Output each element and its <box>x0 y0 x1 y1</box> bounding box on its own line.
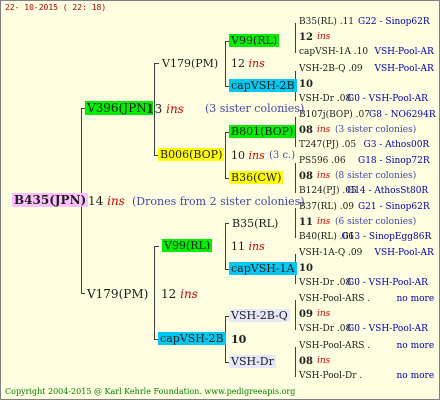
g4-sire-origin-0: G22 - Sinop62R <box>358 17 430 27</box>
g4-sire-origin-6: no more <box>396 294 435 304</box>
g4-dam-1: VSH-Dr .08 <box>299 94 352 104</box>
g3-b1-bee[interactable]: B801(BOP) <box>229 125 296 138</box>
g4-sire-origin-3: G18 - Sinop72R <box>358 156 430 166</box>
root-ins: ins <box>107 194 125 208</box>
g4-dam-origin-0: VSH-Pool-AR <box>374 47 434 57</box>
g2-b-num: 10 ins <box>231 149 265 162</box>
g4-dam-5: VSH-Dr .08 <box>299 278 352 288</box>
g4-ins-2: ins <box>317 125 331 135</box>
g3-b2-bee[interactable]: B36(CW) <box>229 171 284 184</box>
c-top-tick <box>225 223 229 224</box>
g4-sire-2: B107j(BOP) .07 <box>299 110 370 120</box>
g3-c-num: 11 ins <box>231 240 265 253</box>
g1-top-note: (3 sister colonies) <box>205 102 305 115</box>
g4-ins-7: ins <box>317 356 331 366</box>
g4-line-7 <box>295 300 296 330</box>
pedigree-chart: 22- 10-2015 ( 22: 18) B435(JPN) 14 ins (… <box>0 0 440 400</box>
g4-ins-3: ins <box>317 171 331 181</box>
g4-num-6: 09 <box>299 309 313 320</box>
g4-sire-5: VSH-1A-Q .09 <box>299 248 363 258</box>
v179-vertical-line <box>154 246 155 339</box>
g4-sire-7: VSH-Pool-ARS . <box>299 341 371 351</box>
g4-sire-1: VSH-2B-Q .09 <box>299 64 363 74</box>
g4-num-3: 08 <box>299 171 313 182</box>
g4-dam-origin-5: G0 - VSH-Pool-AR <box>347 278 428 288</box>
g4-dam-2: T247(PJ) .05 <box>299 140 357 150</box>
g2-b-note: (3 c.) <box>269 150 296 161</box>
g1-bottom-num: 12 ins <box>161 287 198 301</box>
g4-num-4: 11 <box>299 217 313 228</box>
g4-sire-3: PS596 .06 <box>299 156 346 166</box>
root-to-bottom-line <box>81 293 85 294</box>
g3-c2-bee[interactable]: capVSH-1A <box>229 262 297 275</box>
g4-sire-4: B37(RL) .09 <box>299 202 355 212</box>
g4-dam-origin-7: no more <box>396 371 435 381</box>
g2-d-bee[interactable]: capVSH-2B <box>158 332 226 345</box>
g4-sire-origin-4: G21 - Sinop62R <box>358 202 430 212</box>
copyright-footer: Copyright 2004-2015 @ Karl Kehrle Founda… <box>5 387 296 396</box>
g4-num-7: 08 <box>299 356 313 367</box>
g4-line-1 <box>295 23 296 53</box>
g4-num-1: 10 <box>299 79 313 90</box>
v396-to-a-line <box>154 63 159 64</box>
g4-ins-6: ins <box>317 309 331 319</box>
g4-note-2: (3 sister colonies) <box>335 125 417 135</box>
g4-note-4: (6 sister colonies) <box>335 217 417 227</box>
g1-top-bee[interactable]: V396(JPN) <box>85 101 154 115</box>
g4-sire-6: VSH-Pool-ARS . <box>299 294 371 304</box>
g4-num-5: 10 <box>299 263 313 274</box>
g2-a-bee[interactable]: V179(PM) <box>162 58 218 69</box>
g3-d2-bee[interactable]: VSH-Dr <box>229 355 276 368</box>
g4-sire-origin-1: VSH-Pool-AR <box>374 64 434 74</box>
g4-num-0: 12 <box>299 32 313 43</box>
root-note: (Drones from 2 sister colonies) <box>132 195 305 208</box>
c-vertical-line <box>225 223 226 270</box>
g4-dam-6: VSH-Dr .08 <box>299 324 352 334</box>
g4-ins-0: ins <box>317 32 331 42</box>
root-name: B435(JPN) <box>14 193 87 207</box>
g3-a1-num: 12 ins <box>231 57 265 70</box>
g3-d1-bee[interactable]: VSH-2B-Q <box>229 309 290 322</box>
g4-num-2: 08 <box>299 125 313 136</box>
g4-sire-origin-5: VSH-Pool-AR <box>374 248 434 258</box>
root-num: 14 ins <box>88 194 125 208</box>
g4-sire-0: B35(RL) .11 <box>299 17 355 27</box>
g4-dam-origin-2: G3 - Athos00R <box>363 140 430 150</box>
g4-dam-0: capVSH-1A .10 <box>299 47 369 57</box>
g2-b-bee[interactable]: B006(BOP) <box>158 148 225 161</box>
g4-line-4 <box>295 163 296 193</box>
g3-a1-bee[interactable]: V99(RL) <box>229 34 280 47</box>
g4-ins-4: ins <box>317 217 331 227</box>
g4-dam-origin-3: G14 - AthosSt80R <box>347 186 429 196</box>
root-bee[interactable]: B435(JPN) <box>12 193 89 207</box>
a-vertical-line <box>225 41 226 87</box>
g4-line-5 <box>295 208 296 238</box>
g4-sire-origin-7: no more <box>396 341 435 351</box>
g1-bottom-bee[interactable]: V179(PM) <box>87 288 148 300</box>
g4-line-8 <box>295 347 296 377</box>
g4-dam-origin-4: G13 - SinopEgg86R <box>341 232 432 242</box>
g3-a2-bee[interactable]: capVSH-2B <box>229 79 297 92</box>
g4-note-3: (8 sister colonies) <box>335 171 417 181</box>
g2-d-num: 10 <box>231 333 247 346</box>
v179-to-c-line <box>154 246 159 247</box>
b-vertical-line <box>225 132 226 179</box>
g3-c1-bee[interactable]: B35(RL) <box>232 218 278 229</box>
generated-date: 22- 10-2015 ( 22: 18) <box>5 3 107 12</box>
g4-sire-origin-2: G8 - NO6294R <box>369 110 436 120</box>
g4-dam-origin-1: G0 - VSH-Pool-AR <box>347 94 428 104</box>
g2-c-bee[interactable]: V99(RL) <box>162 239 213 252</box>
g4-dam-7: VSH-Pool-Dr . <box>299 371 363 381</box>
g4-dam-origin-6: G0 - VSH-Pool-AR <box>347 324 428 334</box>
g1-top-num: 13 ins <box>147 102 184 116</box>
